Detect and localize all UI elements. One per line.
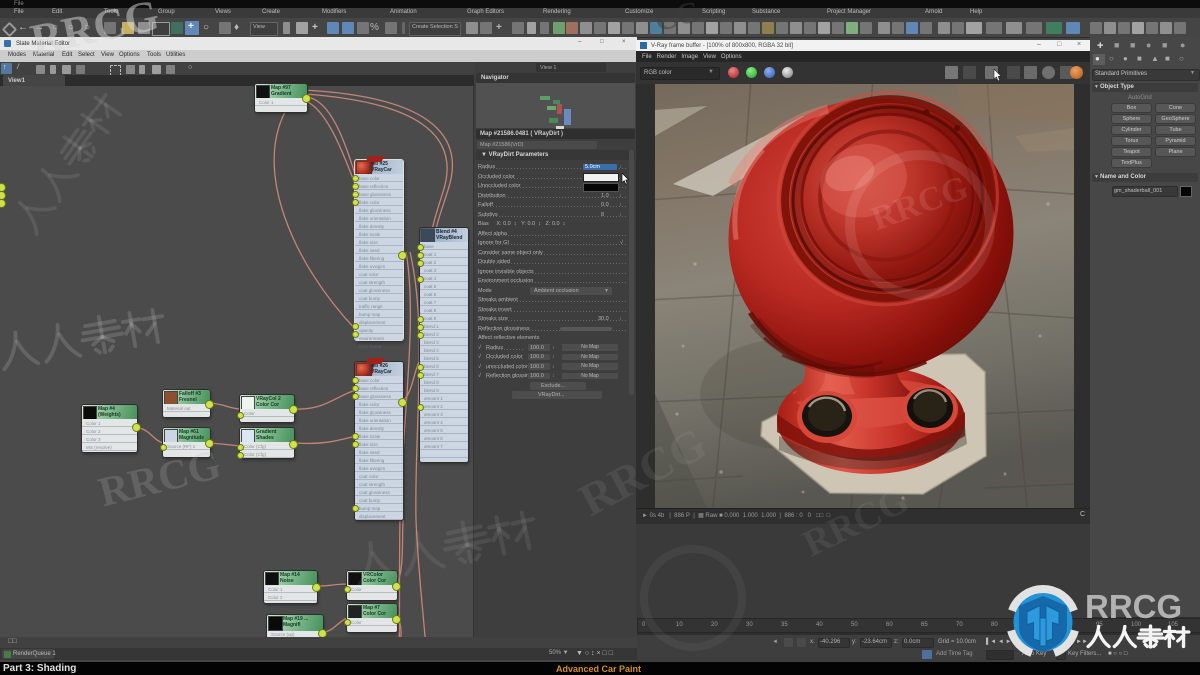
svg-text:RRCG: RRCG [1085,588,1182,625]
